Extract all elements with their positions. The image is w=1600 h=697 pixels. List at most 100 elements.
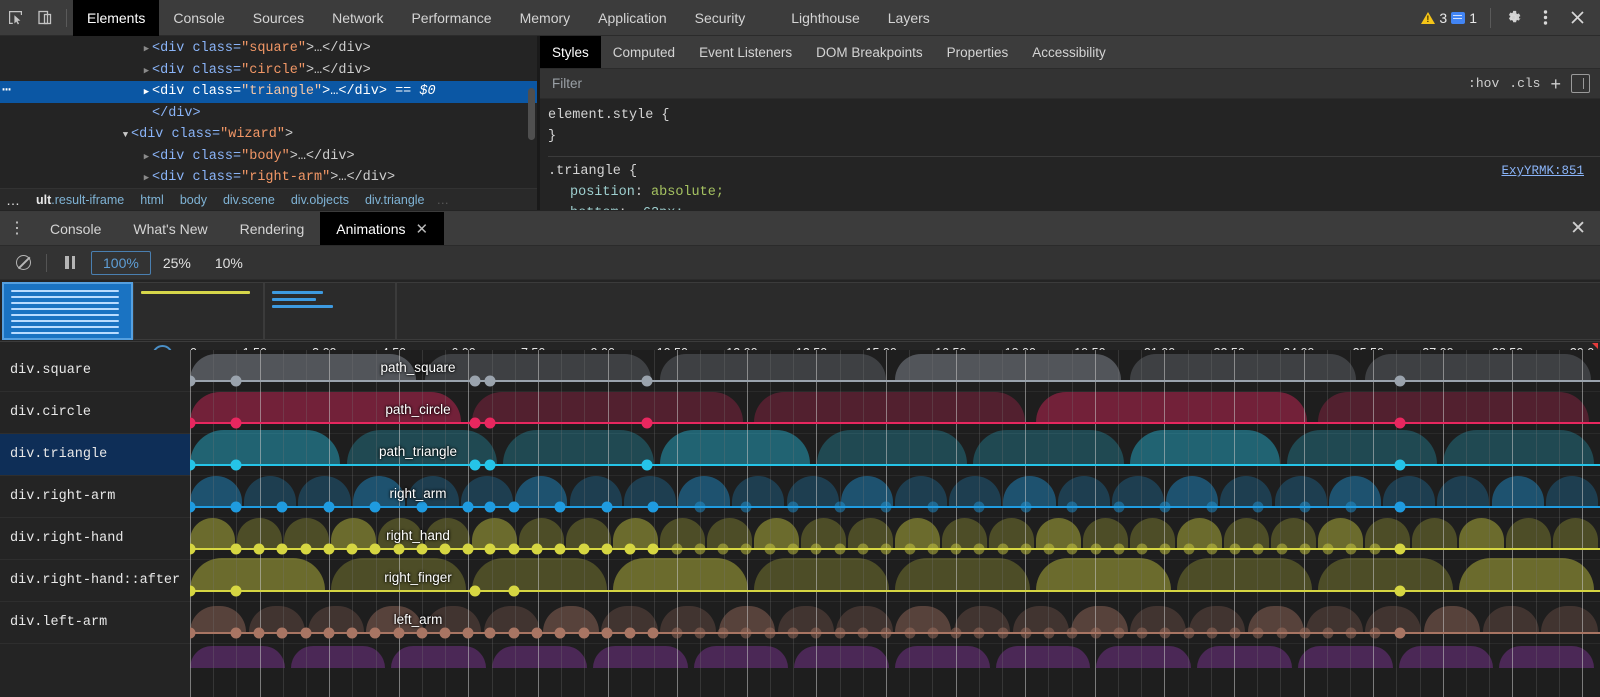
animation-keyframe-dot[interactable] (509, 544, 520, 555)
animation-keyframe-dot[interactable] (974, 628, 985, 639)
animation-element-row[interactable]: div.triangle (0, 434, 190, 476)
animation-keyframe-dot[interactable] (470, 418, 481, 429)
animation-keyframe-dot[interactable] (301, 628, 312, 639)
animation-keyframe-dot[interactable] (370, 544, 381, 555)
device-toolbar-icon[interactable] (30, 4, 60, 32)
tab-sources[interactable]: Sources (239, 0, 318, 36)
animation-keyframe-dot[interactable] (765, 544, 776, 555)
animation-keyframe-dot[interactable] (231, 586, 242, 597)
animation-element-row[interactable]: div.square (0, 350, 190, 392)
speed-100[interactable]: 100% (91, 251, 151, 275)
animation-keyframe-dot[interactable] (254, 628, 265, 639)
animation-keyframe-dot[interactable] (1395, 418, 1406, 429)
sidebar-toggle-icon[interactable] (1571, 74, 1590, 93)
tab-layers[interactable]: Layers (874, 0, 944, 36)
animation-keyframe-dot[interactable] (1184, 628, 1195, 639)
pause-icon[interactable] (55, 250, 85, 276)
animation-keyframe-dot[interactable] (1021, 544, 1032, 555)
animation-keyframe-dot[interactable] (881, 628, 892, 639)
animation-keyframe-dot[interactable] (835, 628, 846, 639)
css-source-link[interactable]: ExyYRMK:851 (1501, 161, 1584, 182)
animation-keyframe-dot[interactable] (1323, 628, 1334, 639)
animation-keyframe-dot[interactable] (788, 502, 799, 513)
dom-overflow-dots[interactable]: ⋯ (2, 81, 12, 103)
animation-track-line[interactable] (190, 590, 1600, 592)
animation-keyframe-dot[interactable] (974, 544, 985, 555)
animation-keyframe-dot[interactable] (485, 544, 496, 555)
clear-all-icon[interactable] (8, 250, 38, 276)
animation-keyframe-dot[interactable] (370, 502, 381, 513)
animation-keyframe-dot[interactable] (231, 544, 242, 555)
animation-keyframe-dot[interactable] (741, 544, 752, 555)
animation-keyframe-dot[interactable] (1207, 628, 1218, 639)
animation-keyframe-dot[interactable] (1160, 544, 1171, 555)
animation-tracks-canvas[interactable]: path_squarepath_circlepath_triangleright… (190, 350, 1600, 697)
animation-keyframe-dot[interactable] (974, 502, 985, 513)
animation-keyframe-dot[interactable] (1230, 544, 1241, 555)
twisty-closed-icon[interactable]: ▶ (141, 39, 152, 61)
animation-keyframe-dot[interactable] (1323, 544, 1334, 555)
animation-keyframe-dot[interactable] (602, 502, 613, 513)
animation-keyframe-dot[interactable] (555, 628, 566, 639)
animation-keyframe-dot[interactable] (1395, 544, 1406, 555)
twisty-closed-icon[interactable]: ▶ (141, 168, 152, 190)
animation-element-row[interactable]: div.circle (0, 392, 190, 434)
animation-keyframe-dot[interactable] (718, 544, 729, 555)
animation-keyframe-dot[interactable] (642, 418, 653, 429)
styles-filter-input[interactable] (550, 75, 1250, 92)
animation-keyframe-dot[interactable] (648, 502, 659, 513)
dom-row[interactable]: ▼<div class="wizard"> (0, 124, 537, 146)
animation-keyframe-dot[interactable] (417, 628, 428, 639)
animation-keyframe-dot[interactable] (509, 586, 520, 597)
inspect-cursor-icon[interactable] (0, 4, 30, 32)
tab-lighthouse[interactable]: Lighthouse (777, 0, 874, 36)
animation-keyframe-dot[interactable] (1277, 628, 1288, 639)
animation-keyframe-dot[interactable] (998, 544, 1009, 555)
css-rule-triangle[interactable]: .triangle { ExyYRMK:851 position: absolu… (548, 157, 1600, 210)
animation-keyframe-dot[interactable] (1137, 628, 1148, 639)
animation-keyframe-dot[interactable] (672, 544, 683, 555)
gear-icon[interactable] (1498, 4, 1528, 32)
tab-styles[interactable]: Styles (540, 36, 601, 68)
animation-keyframe-dot[interactable] (1300, 502, 1311, 513)
animation-keyframe-dot[interactable] (1021, 502, 1032, 513)
kebab-menu-icon[interactable] (1530, 4, 1560, 32)
animation-keyframe-dot[interactable] (1395, 628, 1406, 639)
animation-keyframe-dot[interactable] (1300, 628, 1311, 639)
breadcrumb-overflow[interactable]: … (0, 192, 28, 208)
animation-keyframe-dot[interactable] (485, 460, 496, 471)
animation-keyframe-dot[interactable] (602, 544, 613, 555)
tab-performance[interactable]: Performance (397, 0, 505, 36)
animation-track-line[interactable] (190, 464, 1600, 466)
animation-keyframe-dot[interactable] (835, 502, 846, 513)
drawer-close-icon[interactable]: ✕ (1570, 212, 1600, 245)
animation-keyframe-dot[interactable] (1137, 544, 1148, 555)
tab-event-listeners[interactable]: Event Listeners (687, 36, 804, 68)
animation-keyframe-dot[interactable] (811, 628, 822, 639)
animation-keyframe-dot[interactable] (394, 628, 405, 639)
css-property-name[interactable]: bottom (548, 206, 619, 210)
animation-keyframe-dot[interactable] (470, 586, 481, 597)
dom-row[interactable]: ▶<div class="body">…</div> (0, 146, 537, 168)
animation-keyframe-dot[interactable] (417, 502, 428, 513)
animation-keyframe-dot[interactable] (928, 544, 939, 555)
animation-keyframe-dot[interactable] (905, 628, 916, 639)
animation-keyframe-dot[interactable] (951, 544, 962, 555)
animation-keyframe-dot[interactable] (1346, 544, 1357, 555)
animation-keyframe-dot[interactable] (905, 544, 916, 555)
animation-keyframe-dot[interactable] (301, 544, 312, 555)
animation-keyframe-dot[interactable] (1370, 544, 1381, 555)
animation-keyframe-dot[interactable] (1184, 544, 1195, 555)
animation-element-row[interactable]: div.right-hand (0, 518, 190, 560)
animation-keyframe-dot[interactable] (231, 418, 242, 429)
toggle-class-button[interactable]: .cls (1509, 76, 1540, 91)
tab-elements[interactable]: Elements (73, 0, 159, 36)
animation-keyframe-dot[interactable] (695, 544, 706, 555)
tab-application[interactable]: Application (584, 0, 681, 36)
animation-keyframe-dot[interactable] (1253, 544, 1264, 555)
animation-keyframe-dot[interactable] (1021, 628, 1032, 639)
animation-keyframe-dot[interactable] (1091, 544, 1102, 555)
animation-element-row[interactable]: div.left-arm (0, 602, 190, 644)
css-property-value[interactable]: -62px; (635, 206, 684, 210)
animation-keyframe-dot[interactable] (347, 628, 358, 639)
